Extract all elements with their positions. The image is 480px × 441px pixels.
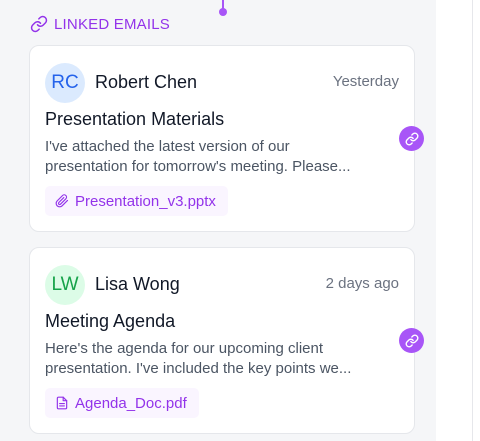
email-preview: I've attached the latest version of our …: [45, 137, 390, 177]
link-icon: [405, 334, 418, 347]
timeline-dot: [219, 8, 227, 16]
attachment-chip[interactable]: Agenda_Doc.pdf: [45, 388, 199, 418]
email-subject: Meeting Agenda: [45, 311, 176, 331]
avatar: LW: [45, 265, 85, 305]
sender-name: Robert Chen: [95, 72, 198, 92]
email-timestamp: Yesterday: [332, 73, 399, 90]
attachment-name: Presentation_v3.pptx: [75, 192, 216, 210]
avatar: RC: [45, 63, 85, 103]
section-header: LINKED EMAILS: [30, 15, 170, 33]
divider: [472, 0, 473, 441]
preview-line: I've attached the latest version of our: [45, 138, 290, 155]
section-title: LINKED EMAILS: [54, 15, 170, 33]
email-card[interactable]: RC Robert Chen Yesterday Presentation Ma…: [29, 45, 415, 232]
preview-line: presentation. I've included the key poin…: [45, 360, 352, 377]
link-icon: [30, 15, 48, 33]
email-subject: Presentation Materials: [45, 109, 225, 129]
linked-emails-panel: LINKED EMAILS RC Robert Chen Yesterday P…: [0, 0, 436, 441]
preview-line: Here's the agenda for our upcoming clien…: [45, 340, 324, 357]
link-icon: [405, 132, 418, 145]
preview-line: presentation for tomorrow's meeting. Ple…: [45, 158, 351, 175]
unlink-email-button[interactable]: [399, 126, 424, 151]
email-preview: Here's the agenda for our upcoming clien…: [45, 339, 390, 379]
email-card[interactable]: LW Lisa Wong 2 days ago Meeting Agenda H…: [29, 247, 415, 434]
unlink-email-button[interactable]: [399, 328, 424, 353]
document-icon: [56, 396, 68, 410]
attachment-name: Agenda_Doc.pdf: [75, 394, 187, 412]
paperclip-icon: [55, 194, 69, 208]
attachment-chip[interactable]: Presentation_v3.pptx: [45, 186, 228, 216]
sender-name: Lisa Wong: [95, 274, 180, 294]
email-timestamp: 2 days ago: [325, 275, 399, 292]
